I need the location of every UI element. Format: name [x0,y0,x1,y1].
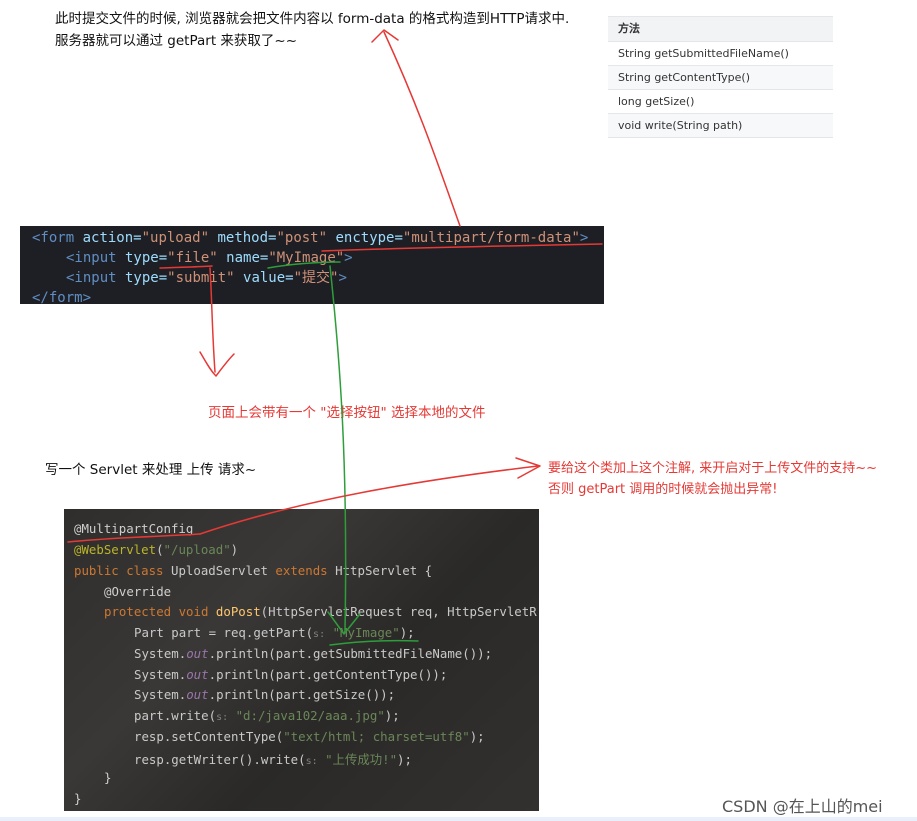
method-table: 方法 String getSubmittedFileName() String … [608,16,833,138]
code-line: } [104,770,112,785]
top-note-line1: 此时提交文件的时候, 浏览器就会把文件内容以 form-data 的格式构造到H… [55,11,570,27]
annotation-note: 要给这个类加上这个注解, 来开启对于上传文件的支持~~ 否则 getPart 调… [548,458,877,500]
code-line: resp.setContentType("text/html; charset=… [134,729,485,744]
servlet-code-block: @MultipartConfig @WebServlet("/upload") … [64,509,539,811]
code-line: System.out.println(part.getSize()); [134,687,396,702]
bottom-strip [0,817,917,821]
code-line: public class UploadServlet extends HttpS… [74,563,433,578]
top-note-line2: 服务器就可以通过 getPart 来获取了~~ [55,33,298,49]
method-table-header: 方法 [608,16,833,42]
code-line: <input type="submit" value="提交"> [66,270,347,286]
red-arrowhead-right [515,457,541,479]
code-line: @WebServlet("/upload") [74,542,239,557]
method-table-row: void write(String path) [608,114,833,138]
red-arrowhead-down [199,351,235,377]
method-table-row: String getContentType() [608,66,833,90]
code-line: System.out.println(part.getContentType()… [134,667,448,682]
file-button-note: 页面上会带有一个 "选择按钮" 选择本地的文件 [208,405,486,421]
code-line: @MultipartConfig [74,521,194,536]
code-line: </form> [32,290,92,304]
code-line: <input type="file" name="MyImage"> [66,250,353,266]
code-line: @Override [104,584,172,599]
code-line: <form action="upload" method="post" enct… [32,230,589,246]
code-line: Part part = req.getPart(s: "MyImage"); [134,625,415,640]
code-line: } [74,791,82,806]
code-line: part.write(s: "d:/java102/aaa.jpg"); [134,708,400,723]
code-line: System.out.println(part.getSubmittedFile… [134,646,493,661]
red-arrow-to-form-data [383,31,461,227]
csdn-watermark: CSDN @在上山的mei [722,797,883,816]
annotation-note-line2: 否则 getPart 调用的时候就会抛出异常! [548,482,778,497]
code-line: protected void doPost(HttpServletRequest… [104,604,537,619]
method-table-row: long getSize() [608,90,833,114]
code-line: resp.getWriter().write(s: "上传成功!"); [134,752,412,767]
top-note: 此时提交文件的时候, 浏览器就会把文件内容以 form-data 的格式构造到H… [55,8,569,52]
form-code-block: <form action="upload" method="post" enct… [20,226,604,304]
method-table-row: String getSubmittedFileName() [608,42,833,66]
servlet-note: 写一个 Servlet 来处理 上传 请求~ [45,462,257,478]
annotation-note-line1: 要给这个类加上这个注解, 来开启对于上传文件的支持~~ [548,461,878,476]
